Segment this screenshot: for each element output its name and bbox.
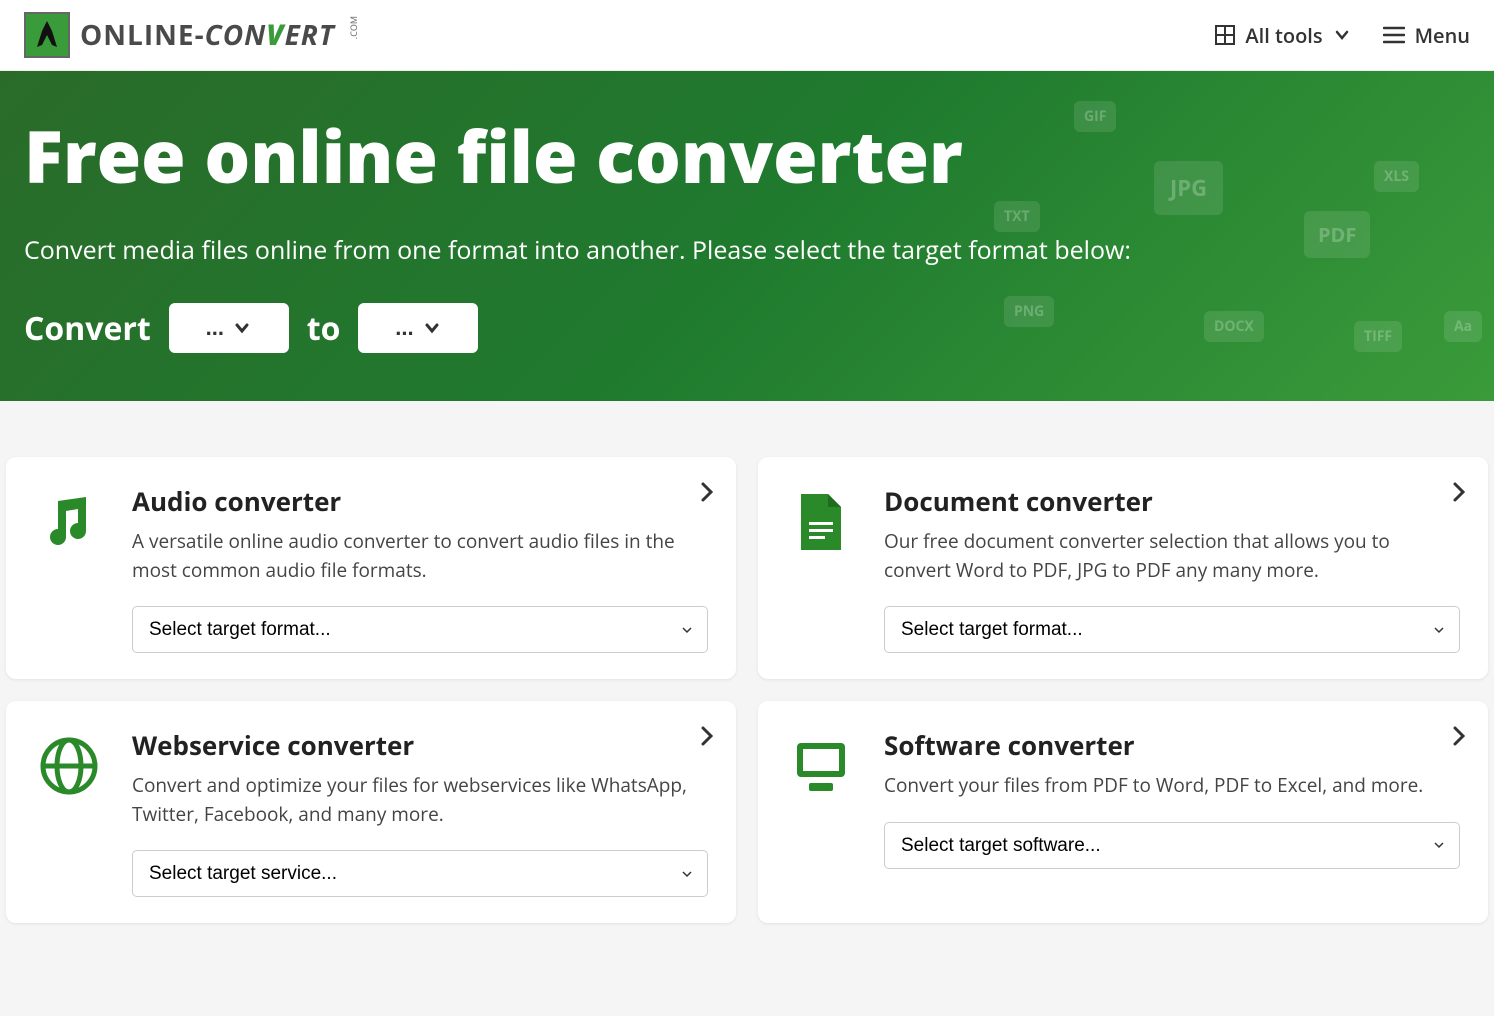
card-desc: Convert and optimize your files for webs… — [132, 771, 708, 828]
logo[interactable]: ONLINE-CONVERT .COM — [24, 12, 360, 58]
card-desc: Our free document converter selection th… — [884, 527, 1460, 584]
card-title: Software converter — [884, 727, 1460, 763]
convert-from-select[interactable]: ... — [169, 303, 289, 353]
music-icon — [34, 487, 104, 557]
document-converter-card: Document converter Our free document con… — [758, 457, 1488, 679]
card-link-chevron[interactable] — [700, 481, 714, 503]
card-link-chevron[interactable] — [1452, 481, 1466, 503]
document-icon — [786, 487, 856, 557]
chevron-down-icon — [232, 318, 252, 338]
card-title: Document converter — [884, 483, 1460, 519]
chevron-right-icon — [700, 481, 714, 503]
software-converter-card: Software converter Convert your files fr… — [758, 701, 1488, 923]
audio-converter-card: Audio converter A versatile online audio… — [6, 457, 736, 679]
card-desc: Convert your files from PDF to Word, PDF… — [884, 771, 1460, 800]
convert-label: Convert — [24, 307, 151, 350]
globe-icon — [34, 731, 104, 801]
convert-from-value: ... — [206, 315, 224, 341]
chevron-right-icon — [1452, 481, 1466, 503]
menu-button[interactable]: Menu — [1383, 22, 1470, 49]
computer-icon — [786, 731, 856, 801]
convert-to-select[interactable]: ... — [358, 303, 478, 353]
document-format-select[interactable]: Select target format... — [884, 606, 1460, 653]
logo-com: .COM — [347, 16, 360, 39]
to-label: to — [307, 307, 341, 350]
converter-cards: Audio converter A versatile online audio… — [0, 401, 1494, 943]
webservice-converter-card: Webservice converter Convert and optimiz… — [6, 701, 736, 923]
webservice-select[interactable]: Select target service... — [132, 850, 708, 897]
card-link-chevron[interactable] — [1452, 725, 1466, 747]
all-tools-label: All tools — [1245, 22, 1322, 49]
menu-label: Menu — [1415, 22, 1470, 49]
card-link-chevron[interactable] — [700, 725, 714, 747]
hero: GIF JPG TXT PDF XLS PNG DOCX TIFF Aa Fre… — [0, 71, 1494, 401]
chevron-down-icon — [422, 318, 442, 338]
grid-icon — [1215, 25, 1235, 45]
card-desc: A versatile online audio converter to co… — [132, 527, 708, 584]
chevron-down-icon — [1333, 26, 1351, 44]
chevron-right-icon — [700, 725, 714, 747]
logo-icon — [24, 12, 70, 58]
card-title: Webservice converter — [132, 727, 708, 763]
software-select[interactable]: Select target software... — [884, 822, 1460, 869]
convert-to-value: ... — [395, 315, 413, 341]
hamburger-icon — [1383, 26, 1405, 44]
chevron-right-icon — [1452, 725, 1466, 747]
audio-format-select[interactable]: Select target format... — [132, 606, 708, 653]
card-title: Audio converter — [132, 483, 708, 519]
hero-subtitle: Convert media files online from one form… — [24, 233, 1470, 267]
header-nav: All tools Menu — [1215, 22, 1470, 49]
hero-title: Free online file converter — [24, 107, 1470, 205]
header: ONLINE-CONVERT .COM All tools Menu — [0, 0, 1494, 71]
convert-bar: Convert ... to ... — [24, 303, 1470, 353]
logo-text: ONLINE-CONVERT — [80, 16, 335, 54]
all-tools-button[interactable]: All tools — [1215, 22, 1350, 49]
